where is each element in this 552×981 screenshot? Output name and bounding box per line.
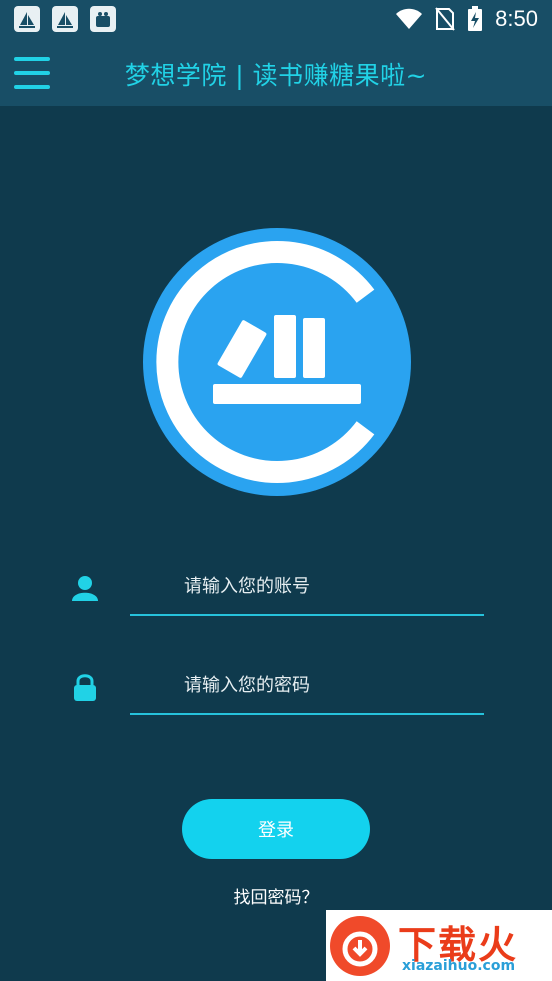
wifi-icon — [396, 8, 423, 29]
sailboat-icon — [14, 6, 40, 32]
username-field — [60, 558, 484, 618]
watermark-logo-icon — [330, 916, 390, 976]
status-clock: 8:50 — [495, 6, 538, 31]
password-field — [60, 657, 484, 717]
app-title: 梦想学院 | 读书赚糖果啦~ — [124, 61, 428, 90]
bookshelf-c-logo — [143, 228, 411, 496]
app-bar: 梦想学院 | 读书赚糖果啦~ — [0, 40, 552, 106]
watermark: 下载火 xiazaihuo.com — [326, 910, 552, 981]
no-sim-icon — [435, 7, 455, 31]
lock-icon — [74, 674, 96, 701]
status-bar-system: 8:50 — [395, 6, 538, 32]
status-bar-notifications — [14, 6, 116, 32]
status-bar: 8:50 — [0, 0, 552, 40]
bag-icon — [90, 6, 116, 32]
login-button[interactable]: 登录 — [182, 799, 370, 859]
watermark-url: xiazaihuo.com — [402, 958, 516, 974]
sailboat-icon — [52, 6, 78, 32]
battery-charging-icon — [468, 6, 483, 31]
password-input[interactable] — [130, 657, 484, 715]
username-input[interactable] — [130, 558, 484, 616]
user-icon — [72, 576, 98, 601]
forgot-password-link[interactable]: 找回密码？ — [0, 883, 552, 908]
